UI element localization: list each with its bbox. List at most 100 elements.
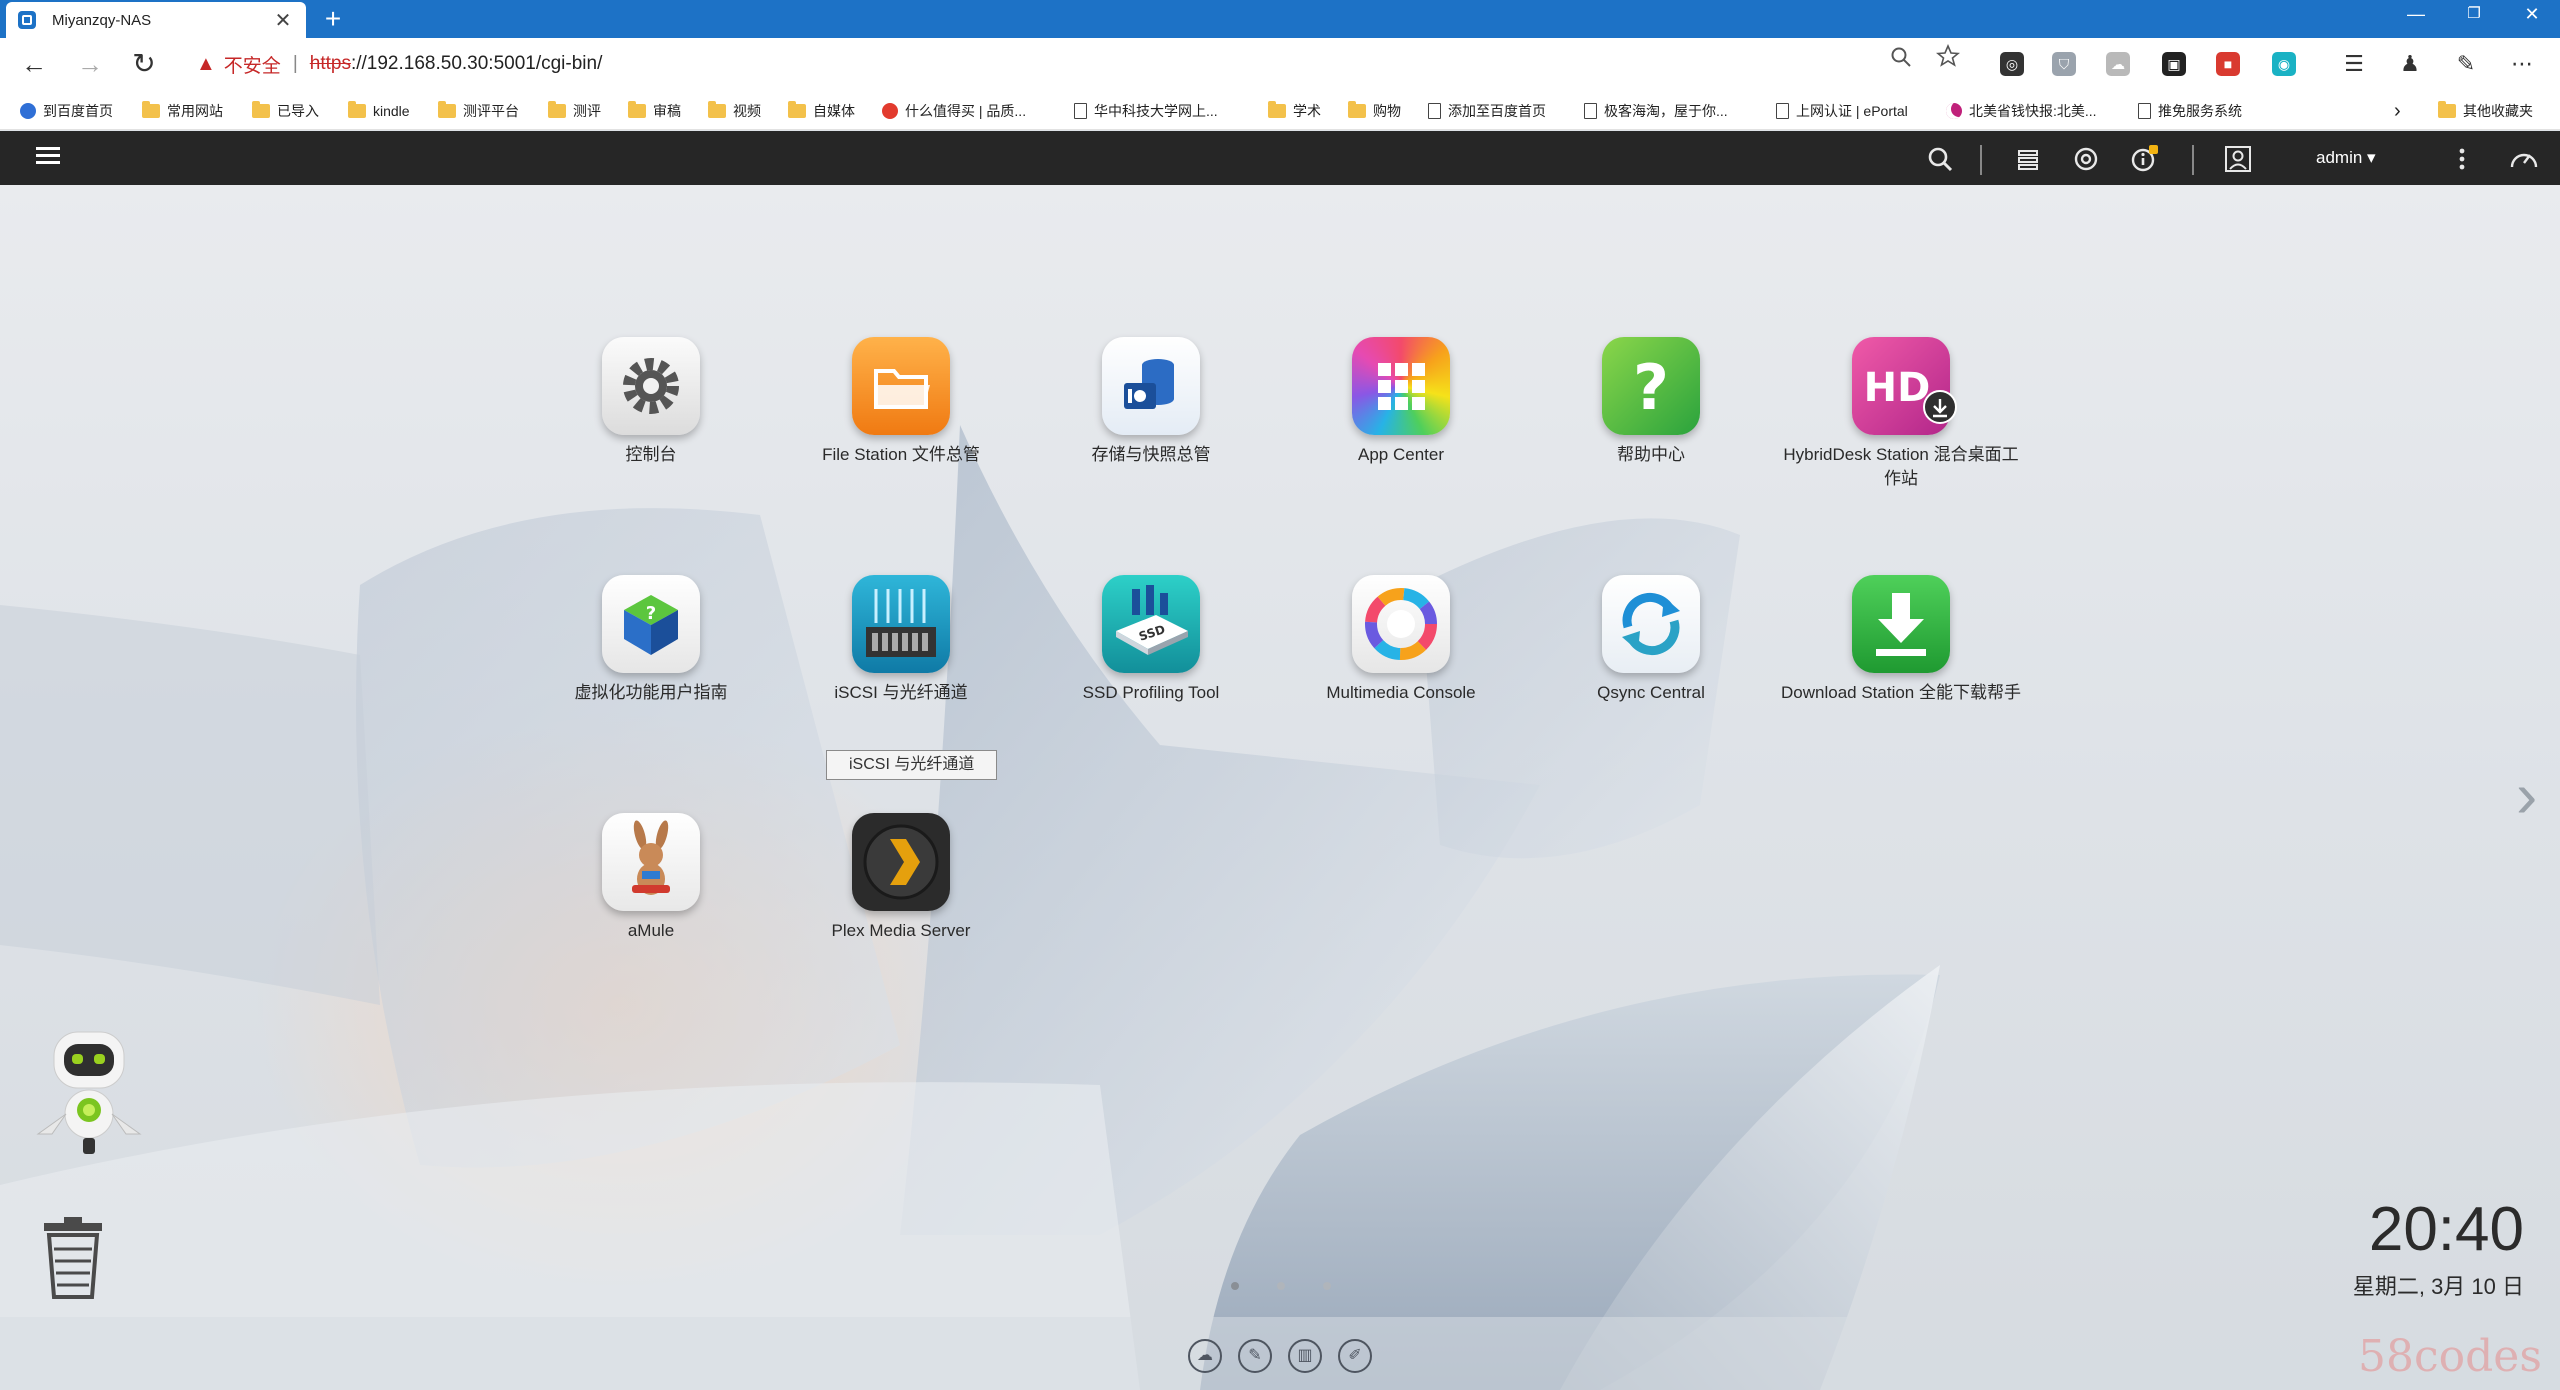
browser-tab[interactable]: Miyanzqy-NAS ✕ [6,2,306,38]
cloud-extension-icon[interactable]: ☁ [2106,52,2130,76]
extension-icon[interactable]: ◎ [2000,52,2024,76]
more-options-icon[interactable] [2446,143,2478,175]
bookmark-folder[interactable]: 常用网站 [142,100,223,122]
url-scheme: https [309,53,351,74]
external-devices-icon[interactable] [2070,143,2102,175]
user-avatar-icon[interactable] [2222,143,2254,175]
app-label: 存储与快照总管 [1091,445,1211,464]
trash-bin-icon[interactable] [40,1215,106,1301]
bookmark-folder[interactable]: 审稿 [628,100,681,122]
browser-toolbar: ← → ↻ ▲ 不安全 | https ://192.168.50.30:500… [0,38,2560,90]
bookmark-folder[interactable]: 测评 [548,100,601,122]
app-file-station[interactable]: File Station 文件总管 [776,337,1026,467]
user-menu[interactable]: admin ▾ [2316,148,2376,168]
favorites-list-icon[interactable]: ☰ [2342,52,2366,76]
bookmarks-bar: 到百度首页 常用网站 已导入 kindle 测评平台 测评 审稿 视频 自媒体 … [0,90,2560,130]
qnap-id-cloud-icon[interactable]: ☁ [1188,1339,1222,1373]
bookmark-folder[interactable]: 学术 [1268,100,1321,122]
app-app-center[interactable]: App Center [1276,337,1526,467]
app-label: 控制台 [625,445,677,464]
app-help-center[interactable]: ? 帮助中心 [1526,337,1776,467]
app-qsync-central[interactable]: Qsync Central [1526,575,1776,705]
tab-close-icon[interactable]: ✕ [272,8,294,33]
bookmark-smzdm[interactable]: 什么值得买 | 品质... [882,100,1026,122]
bookmark-folder[interactable]: 视频 [708,100,761,122]
security-status[interactable]: 不安全 [224,51,281,78]
window-minimize-button[interactable]: — [2388,0,2444,30]
window-maximize-button[interactable]: ❐ [2446,0,2502,30]
window-close-button[interactable]: ✕ [2504,0,2560,30]
page-icon [2138,103,2151,119]
next-page-chevron-icon[interactable]: › [2516,763,2537,827]
shield-extension-icon[interactable]: ⛉ [2052,52,2076,76]
app-control-panel[interactable]: 控制台 [526,337,776,467]
app-label: iSCSI 与光纤通道 [834,683,968,702]
bookmark-folder[interactable]: 购物 [1348,100,1401,122]
teal-extension-icon[interactable]: ◉ [2272,52,2296,76]
app-hybriddesk-station[interactable]: HD HybridDesk Station 混合桌面工作站 [1776,337,2026,491]
bookmark-page[interactable]: 推免服务系统 [2138,100,2242,122]
more-menu-icon[interactable]: ⋯ [2510,52,2534,76]
app-label: File Station 文件总管 [822,445,980,464]
warning-icon[interactable]: ▲ [196,53,216,76]
app-storage-snapshots[interactable]: 存储与快照总管 [1026,337,1276,467]
bookmark-page[interactable]: 极客海淘，屋于你... [1584,100,1728,122]
page-indicator-dot[interactable] [1277,1282,1285,1290]
background-tasks-icon[interactable] [2012,143,2044,175]
hybriddesk-hd-icon: HD [1852,337,1957,435]
bookmark-page[interactable]: 上网认证 | ePortal [1776,100,1908,122]
search-icon[interactable] [1924,143,1956,175]
folder-icon [348,101,366,118]
red-extension-icon[interactable]: ■ [2216,52,2240,76]
page-indicator-dot[interactable] [1231,1282,1239,1290]
app-download-station[interactable]: Download Station 全能下载帮手 [1776,575,2026,705]
page-icon [1074,103,1087,119]
svg-text:HD: HD [1864,365,1931,411]
folder-icon [252,101,270,118]
favorite-star-icon[interactable] [1936,44,1960,68]
download-arrow-icon [1852,575,1950,673]
zoom-icon[interactable] [1890,46,1912,68]
bookmark-folder[interactable]: kindle [348,100,410,122]
new-tab-button[interactable]: + [316,2,350,36]
bookmark-dealmoon[interactable]: 北美省钱快报:北美... [1946,100,2097,122]
tools-wrench-icon[interactable]: ✎ [1238,1339,1272,1373]
page-indicator-dot[interactable] [1323,1282,1331,1290]
forward-button[interactable]: → [72,46,108,82]
bookmark-folder[interactable]: 自媒体 [788,100,855,122]
bookmark-folder[interactable]: 测评平台 [438,100,519,122]
back-button[interactable]: ← [16,46,52,82]
notification-extension-icon[interactable]: ▣ [2162,52,2186,76]
notes-edit-icon[interactable]: ✐ [1338,1339,1372,1373]
page-icon [1584,103,1597,119]
app-label: aMule [627,921,675,940]
app-ssd-profiling-tool[interactable]: SSD SSD Profiling Tool [1026,575,1276,705]
resource-monitor-icon[interactable]: ▥ [1288,1339,1322,1373]
reload-button[interactable]: ↻ [126,46,162,82]
folder-icon [628,101,646,118]
app-tooltip: iSCSI 与光纤通道 [826,750,998,780]
app-plex-media-server[interactable]: Plex Media Server [776,813,1026,943]
address-bar[interactable]: ▲ 不安全 | https ://192.168.50.30:5001/cgi-… [186,44,1976,84]
virtualization-cube-icon: ? [602,575,700,673]
storage-database-icon [1102,337,1200,435]
page-icon [1776,103,1789,119]
bookmark-page[interactable]: 华中科技大学网上... [1074,100,1218,122]
app-virtualization-guide[interactable]: ? 虚拟化功能用户指南 [526,575,776,705]
hamburger-menu-icon[interactable] [36,143,66,173]
app-iscsi-fc[interactable]: iSCSI 与光纤通道 [776,575,1026,705]
profile-figure-icon[interactable]: ♟ [2398,52,2422,76]
bookmark-page[interactable]: 添加至百度首页 [1428,100,1546,122]
helpdesk-robot-icon[interactable] [30,1030,160,1170]
feedback-icon[interactable]: ✎ [2454,52,2478,76]
other-bookmarks-folder[interactable]: 其他收藏夹 [2438,100,2533,122]
dashboard-gauge-icon[interactable] [2508,143,2540,175]
app-multimedia-console[interactable]: Multimedia Console [1276,575,1526,705]
moon-icon [1946,103,1962,119]
notification-info-icon[interactable] [2128,143,2160,175]
multimedia-swirl-icon [1352,575,1450,673]
app-amule[interactable]: aMule [526,813,776,943]
bookmarks-more-chevron-icon[interactable]: › [2394,100,2401,122]
bookmark-baidu[interactable]: 到百度首页 [20,100,113,122]
bookmark-folder[interactable]: 已导入 [252,100,319,122]
